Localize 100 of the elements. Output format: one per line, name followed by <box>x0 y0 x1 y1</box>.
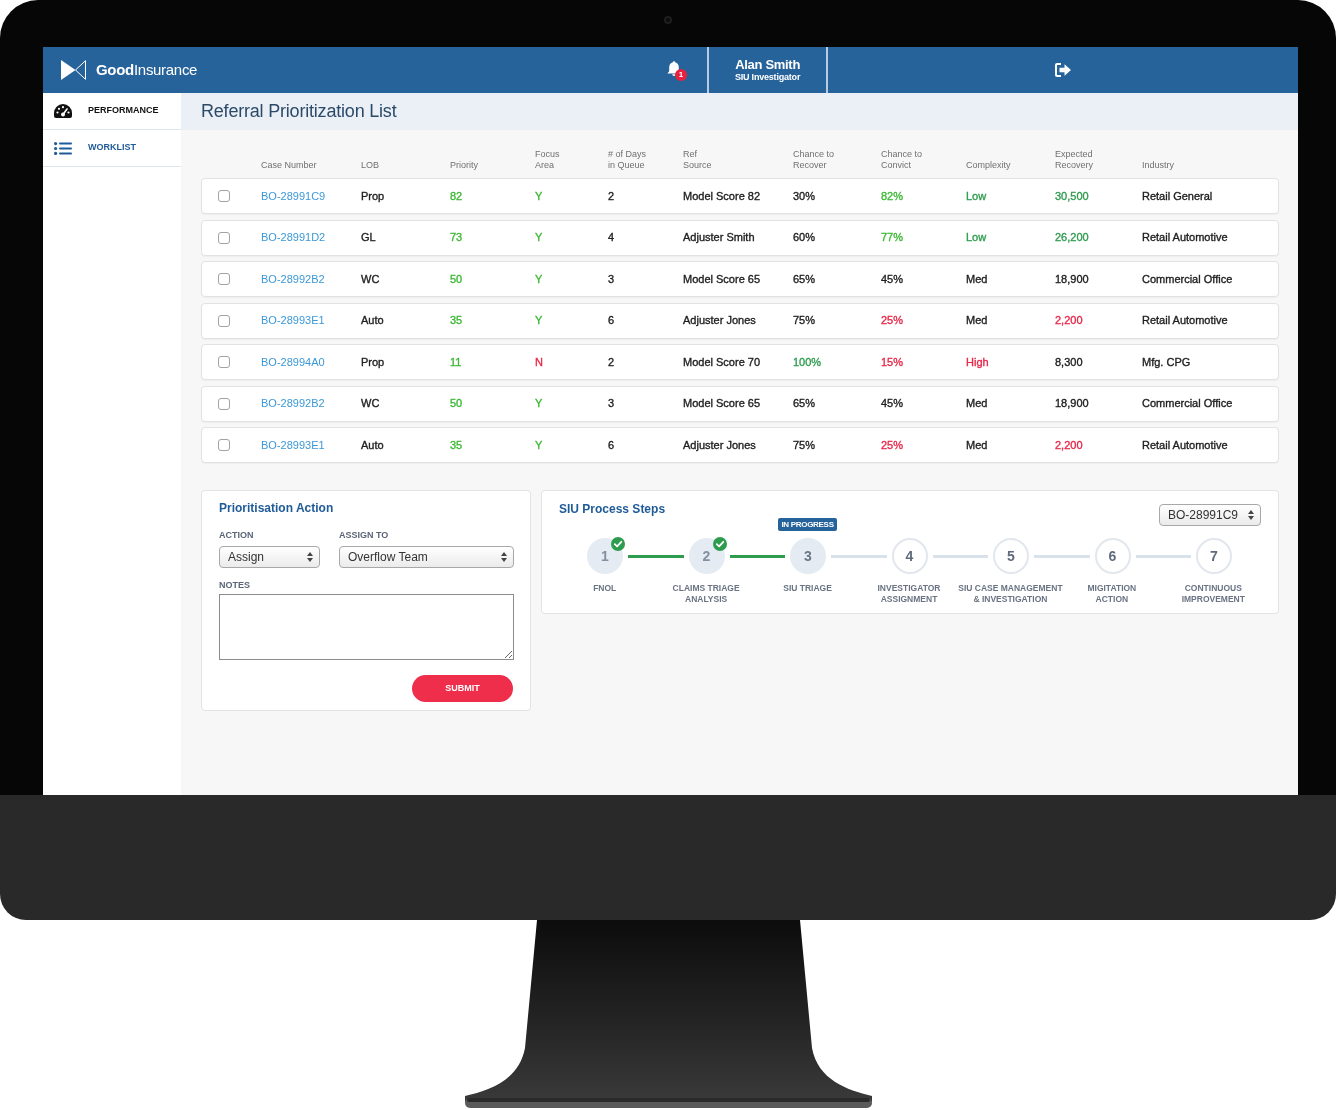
table-cell-text: Model Score 70 <box>683 354 761 370</box>
table-cell-text: N <box>535 354 543 370</box>
table-cell-text: Prop <box>361 188 385 204</box>
step-label: SIU TRIAGE <box>783 583 832 595</box>
column-header: Case Number <box>261 160 318 171</box>
table-cell-text: 35 <box>450 437 463 453</box>
column-header: LOB <box>361 160 380 171</box>
table-cell-text: Adjuster Jones <box>683 313 756 329</box>
table-cell-text: 77% <box>881 230 904 246</box>
table-cell-text: 30,500 <box>1055 188 1089 204</box>
sidebar-item[interactable]: WORKLIST <box>43 130 181 167</box>
table-cell-text: Med <box>966 271 988 287</box>
table-cell-text: 4 <box>608 230 615 246</box>
step-number: 5 <box>1007 546 1015 566</box>
row-checkbox[interactable] <box>218 190 230 202</box>
table-cell-text: Adjuster Jones <box>683 437 756 453</box>
page-title: Referral Prioritization List <box>201 100 397 123</box>
logo-icon <box>61 60 86 80</box>
table-cell-text: 50 <box>450 271 463 287</box>
table-cell-text: Retail Automotive <box>1142 230 1228 246</box>
gauge-icon <box>54 104 72 118</box>
notification-badge: 1 <box>675 69 688 81</box>
table-cell-text: 45% <box>881 396 904 412</box>
table-cell-text: 35 <box>450 313 463 329</box>
table-cell-text: Mfg. CPG <box>1142 354 1191 370</box>
table-cell-text: Auto <box>361 313 384 329</box>
row-checkbox[interactable] <box>218 273 230 285</box>
table-cell-text: 2,200 <box>1055 437 1083 453</box>
table-cell-text: 18,900 <box>1055 396 1089 412</box>
table-cell-text: 26,200 <box>1055 230 1089 246</box>
table-cell-text: 2 <box>608 188 615 204</box>
table-cell-text: 45% <box>881 271 904 287</box>
table-cell-text: 15% <box>881 354 904 370</box>
step-label: SIU CASE MANAGEMENT & INVESTIGATION <box>958 583 1063 605</box>
table-cell-text: 18,900 <box>1055 271 1089 287</box>
column-header: Ref Source <box>683 149 713 171</box>
table-cell-text: 60% <box>793 230 816 246</box>
column-header: Expected Recovery <box>1055 149 1094 171</box>
column-header: Industry <box>1142 160 1175 171</box>
sidebar-item[interactable]: PERFORMANCE <box>43 93 181 130</box>
table-cell-text: 2 <box>608 354 615 370</box>
column-header: Chance to Convict <box>881 149 924 171</box>
table-cell-text: Model Score 65 <box>683 396 761 412</box>
step-number: 7 <box>1210 546 1218 566</box>
step-number: 4 <box>905 546 914 566</box>
status-badge: IN PROGRESS <box>778 518 837 531</box>
row-checkbox[interactable] <box>218 314 230 327</box>
case-number-link[interactable]: BO-28993E1 <box>261 312 325 329</box>
field-label: ASSIGN TO <box>339 530 389 540</box>
table-cell-text: 50 <box>450 396 463 412</box>
table-cell-text: 2,200 <box>1055 313 1083 329</box>
select-arrows-icon <box>1248 510 1254 520</box>
table-cell-text: Med <box>966 313 988 329</box>
step-number: 2 <box>702 546 711 566</box>
step-label: INVESTIGATOR ASSIGNMENT <box>877 583 941 605</box>
table-cell-text: Adjuster Smith <box>683 230 755 246</box>
column-header: # of Days in Queue <box>608 149 648 171</box>
row-checkbox[interactable] <box>218 439 230 451</box>
logout-icon[interactable] <box>1055 63 1072 77</box>
table-cell-text: 3 <box>608 271 615 287</box>
step-number: 1 <box>601 546 609 566</box>
case-number-link[interactable]: BO-28991C9 <box>261 187 326 205</box>
table-cell-text: Low <box>966 230 987 246</box>
table-cell-text: 75% <box>793 313 816 329</box>
table-cell-text: 25% <box>881 313 904 329</box>
row-checkbox[interactable] <box>218 356 230 368</box>
field-label: ACTION <box>219 530 254 540</box>
notes-field[interactable] <box>219 594 514 660</box>
field-label: NOTES <box>219 580 250 590</box>
case-select[interactable]: BO-28991C9 <box>1159 504 1261 526</box>
table-cell-text: Commercial Office <box>1142 396 1233 412</box>
step-label: MIGITATION ACTION <box>1087 583 1137 605</box>
table-cell-text: 11 <box>450 354 462 370</box>
card-title: Prioritisation Action <box>219 501 334 515</box>
table-cell-text: 82% <box>881 188 904 204</box>
select-field[interactable]: Overflow Team <box>339 546 514 568</box>
select-arrows-icon <box>501 552 507 562</box>
step-number: 3 <box>804 546 812 566</box>
select-field[interactable]: Assign <box>219 546 320 568</box>
step-number: 6 <box>1108 546 1117 566</box>
case-number-link[interactable]: BO-28992B2 <box>261 395 325 412</box>
case-number-link[interactable]: BO-28993E1 <box>261 436 325 454</box>
table-cell-text: GL <box>361 230 376 246</box>
step-label: FNOL <box>593 583 617 595</box>
table-cell-text: 25% <box>881 437 904 453</box>
user-name: Alan Smith <box>735 57 801 72</box>
card-title: SIU Process Steps <box>559 502 666 516</box>
column-header: Chance to Recover <box>793 149 836 171</box>
logo-text: GoodInsurance <box>96 59 198 80</box>
select-arrows-icon <box>307 552 313 562</box>
case-number-link[interactable]: BO-28994A0 <box>261 353 325 371</box>
table-cell-text: Y <box>535 437 543 453</box>
row-checkbox[interactable] <box>218 231 230 244</box>
table-cell-text: 82 <box>450 188 463 204</box>
case-number-link[interactable]: BO-28991D2 <box>261 229 326 246</box>
case-number-link[interactable]: BO-28992B2 <box>261 270 325 288</box>
row-checkbox[interactable] <box>218 397 230 410</box>
submit-button[interactable]: SUBMIT <box>412 675 513 702</box>
table-cell-text: 75% <box>793 437 816 453</box>
table-cell-text: Med <box>966 396 988 412</box>
